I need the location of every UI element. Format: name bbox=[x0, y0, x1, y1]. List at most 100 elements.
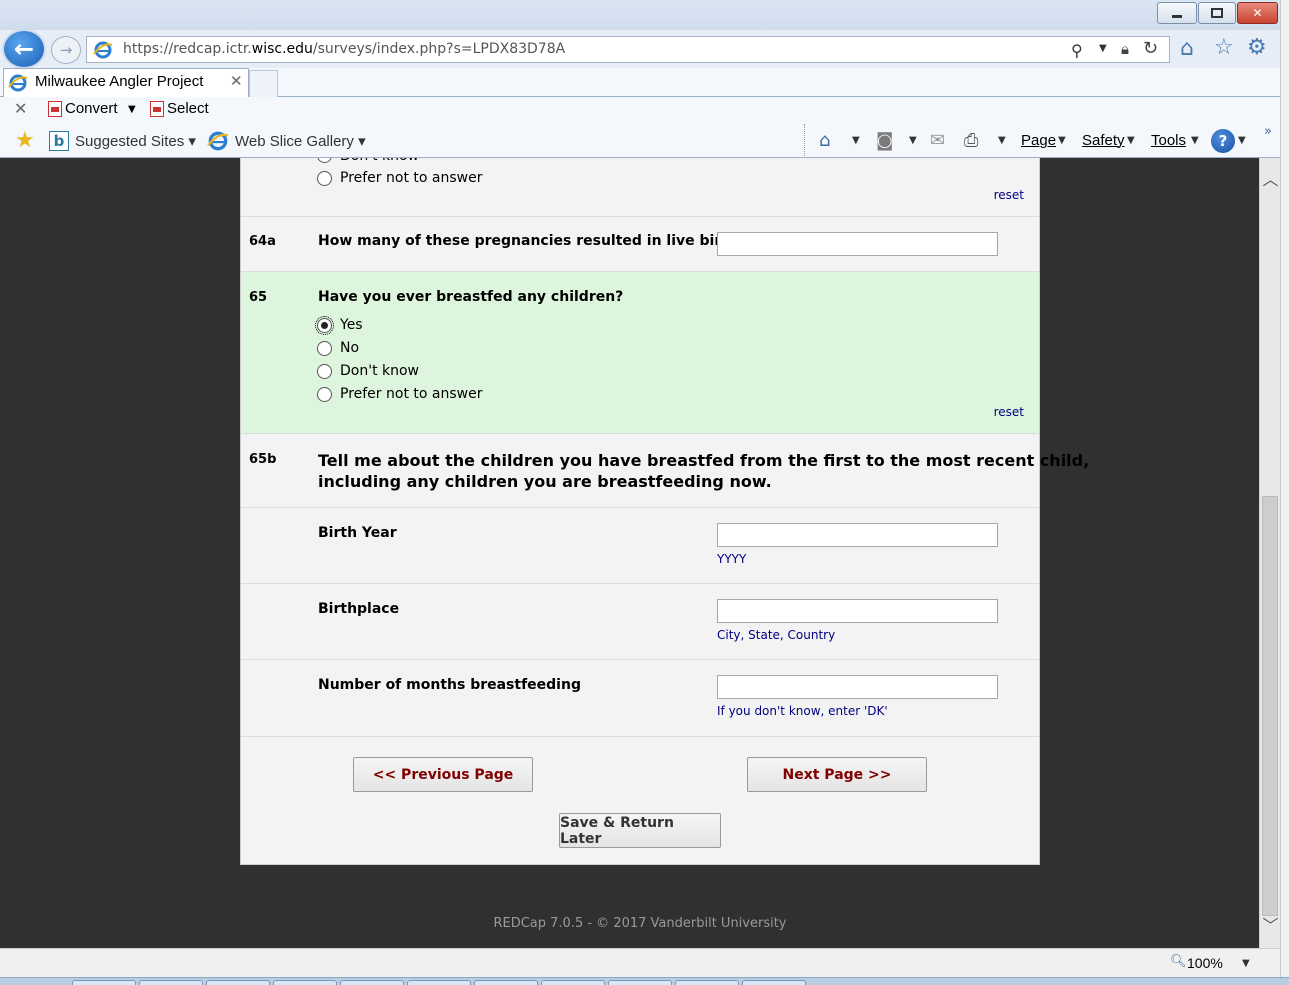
field-label: Birthplace bbox=[318, 601, 400, 617]
close-bar-icon[interactable]: ✕ bbox=[14, 99, 27, 118]
toolbar-overflow-chevron-icon[interactable]: » bbox=[1264, 124, 1272, 139]
taskbar-item[interactable] bbox=[206, 980, 270, 985]
url-text[interactable]: https://redcap.ictr.wisc.edu/surveys/ind… bbox=[123, 41, 565, 57]
home-dropdown-icon[interactable]: ▼ bbox=[852, 135, 860, 146]
taskbar-item[interactable] bbox=[407, 980, 471, 985]
tab-close-icon[interactable]: ✕ bbox=[230, 72, 243, 90]
bing-icon: b bbox=[49, 131, 69, 151]
help-dropdown-icon[interactable]: ▼ bbox=[1238, 135, 1246, 146]
page-menu[interactable]: Page bbox=[1021, 132, 1056, 149]
radio-button[interactable] bbox=[317, 158, 332, 163]
back-arrow-icon: ← bbox=[13, 35, 35, 63]
question-number: 64a bbox=[249, 234, 276, 249]
field-label: Birth Year bbox=[318, 525, 397, 541]
favorites-star-icon[interactable]: ☆ bbox=[1214, 35, 1234, 60]
tools-dropdown-icon[interactable]: ▼ bbox=[1191, 135, 1199, 146]
taskbar-item[interactable] bbox=[675, 980, 739, 985]
section-text-line2: including any children you are breastfee… bbox=[318, 472, 772, 491]
reset-link[interactable]: reset bbox=[994, 405, 1024, 419]
convert-button[interactable]: Convert bbox=[48, 100, 118, 117]
reset-link[interactable]: reset bbox=[994, 188, 1024, 202]
taskbar-item[interactable] bbox=[340, 980, 404, 985]
taskbar-item[interactable] bbox=[474, 980, 538, 985]
taskbar-item[interactable] bbox=[608, 980, 672, 985]
home-icon[interactable]: ⌂ bbox=[1180, 36, 1194, 61]
option-label: Don't know bbox=[340, 363, 420, 379]
zoom-level[interactable]: 100% bbox=[1187, 955, 1223, 971]
radio-option-dont-know[interactable]: Don't know bbox=[317, 363, 419, 379]
feed-dropdown-icon[interactable]: ▼ bbox=[909, 135, 917, 146]
address-bar[interactable]: https://redcap.ictr.wisc.edu/surveys/ind… bbox=[86, 36, 1170, 63]
chevron-down-icon[interactable]: ▼ bbox=[1099, 43, 1107, 54]
zoom-magnifier-icon[interactable]: 🔍︎ bbox=[1170, 954, 1187, 969]
lock-icon[interactable]: 🔒︎ bbox=[1121, 40, 1129, 58]
page-viewport: Don't know Prefer not to answer reset 64… bbox=[0, 158, 1259, 948]
select-button[interactable]: Select bbox=[150, 100, 209, 117]
question-text: How many of these pregnancies resulted i… bbox=[318, 233, 747, 249]
ie-tab-icon bbox=[8, 74, 28, 92]
months-breastfeeding-input[interactable] bbox=[717, 675, 998, 699]
taskbar-item[interactable] bbox=[541, 980, 605, 985]
page-dropdown-icon[interactable]: ▼ bbox=[1058, 135, 1066, 146]
vertical-scrollbar[interactable]: ︿ ﹀ bbox=[1259, 158, 1280, 948]
back-button[interactable]: ← bbox=[2, 29, 46, 69]
taskbar-item[interactable] bbox=[139, 980, 203, 985]
safety-dropdown-icon[interactable]: ▼ bbox=[1127, 135, 1135, 146]
add-favorites-star-icon[interactable]: ★ bbox=[15, 128, 35, 153]
gear-icon[interactable]: ⚙ bbox=[1247, 35, 1267, 60]
birth-year-input[interactable] bbox=[717, 523, 998, 547]
convert-dropdown-icon[interactable]: ▼ bbox=[128, 104, 136, 115]
radio-option-no[interactable]: No bbox=[317, 340, 359, 356]
zoom-dropdown-icon[interactable]: ▼ bbox=[1242, 958, 1250, 969]
safety-menu[interactable]: Safety bbox=[1082, 132, 1125, 149]
taskbar-item[interactable] bbox=[72, 980, 136, 985]
taskbar-item[interactable] bbox=[742, 980, 806, 985]
new-tab-button[interactable] bbox=[249, 70, 278, 97]
window-titlebar: ✕ bbox=[0, 0, 1280, 30]
radio-option-prefer-not[interactable]: Prefer not to answer bbox=[317, 386, 482, 402]
browser-chrome: ✕ ← → https://redcap.ictr.wisc.edu/surve… bbox=[0, 0, 1280, 158]
radio-option-yes[interactable]: Yes bbox=[315, 315, 363, 335]
suggested-sites-link[interactable]: Suggested Sites ▾ bbox=[75, 132, 196, 150]
url-prefix: https://redcap.ictr. bbox=[123, 41, 252, 57]
web-slice-gallery-link[interactable]: Web Slice Gallery ▾ bbox=[235, 132, 366, 150]
forward-button[interactable]: → bbox=[51, 36, 81, 64]
restore-icon bbox=[1211, 8, 1223, 18]
radio-option-prefer-not[interactable]: Prefer not to answer bbox=[317, 170, 482, 186]
radio-button-selected[interactable] bbox=[315, 315, 334, 335]
print-dropdown-icon[interactable]: ▼ bbox=[998, 135, 1006, 146]
birthplace-input[interactable] bbox=[717, 599, 998, 623]
next-page-button[interactable]: Next Page >> bbox=[747, 757, 927, 792]
minimize-button[interactable] bbox=[1157, 2, 1197, 24]
tab-milwaukee-angler[interactable]: Milwaukee Angler Project ✕ bbox=[3, 68, 249, 97]
close-window-button[interactable]: ✕ bbox=[1237, 2, 1278, 24]
restore-button[interactable] bbox=[1198, 2, 1236, 24]
scroll-down-arrow-icon[interactable]: ﹀ bbox=[1260, 904, 1281, 948]
pdf-select-icon bbox=[150, 100, 164, 117]
select-label: Select bbox=[167, 100, 209, 117]
rss-feed-icon[interactable]: ◙ bbox=[876, 130, 893, 151]
previous-page-button[interactable]: << Previous Page bbox=[353, 757, 533, 792]
refresh-icon[interactable]: ↻ bbox=[1143, 38, 1158, 59]
read-mail-icon[interactable]: ✉ bbox=[930, 130, 945, 151]
help-icon[interactable]: ? bbox=[1211, 129, 1235, 153]
radio-option-dont-know-partial[interactable]: Don't know bbox=[317, 158, 419, 164]
radio-button[interactable] bbox=[317, 340, 332, 356]
taskbar-item[interactable] bbox=[273, 980, 337, 985]
radio-button[interactable] bbox=[317, 386, 332, 402]
save-return-later-button[interactable]: Save & Return Later bbox=[559, 813, 721, 848]
field-note: City, State, Country bbox=[717, 628, 836, 642]
option-label-partial: Don't know bbox=[340, 158, 419, 164]
section-text-line1: Tell me about the children you have brea… bbox=[318, 451, 1090, 470]
print-icon[interactable]: ⎙ bbox=[964, 130, 978, 151]
scroll-up-arrow-icon[interactable]: ︿ bbox=[1260, 158, 1281, 202]
radio-button[interactable] bbox=[317, 170, 332, 186]
tools-menu[interactable]: Tools bbox=[1151, 132, 1186, 149]
pdf-convert-icon bbox=[48, 100, 62, 117]
scrollbar-thumb[interactable] bbox=[1262, 496, 1278, 916]
home-toolbar-icon[interactable]: ⌂ bbox=[819, 130, 830, 151]
live-births-input[interactable] bbox=[717, 232, 998, 256]
status-bar: 🔍︎ 100% ▼ bbox=[0, 948, 1280, 977]
search-icon[interactable]: ⚲ bbox=[1071, 41, 1083, 60]
radio-button[interactable] bbox=[317, 363, 332, 379]
